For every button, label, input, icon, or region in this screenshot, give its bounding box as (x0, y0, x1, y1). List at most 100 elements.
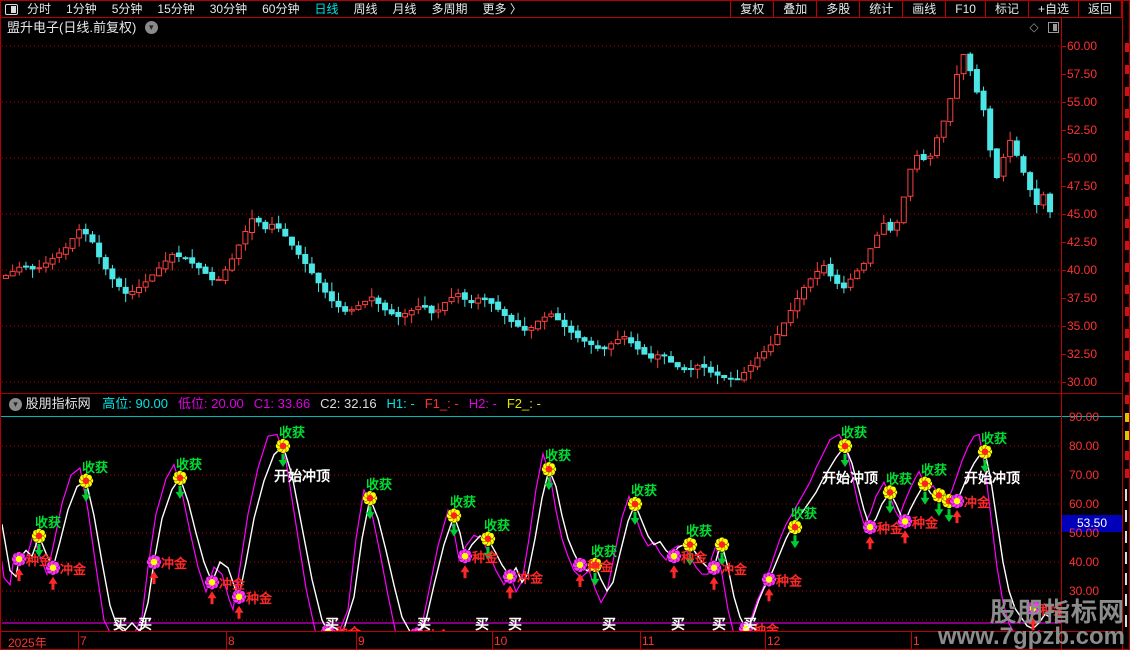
gold-label: 种金 (586, 559, 614, 574)
panel-icon[interactable] (1048, 22, 1059, 34)
main-axis-label: 57.50 (1067, 67, 1098, 81)
month-separator (911, 632, 912, 649)
period-toolbar: 分时 1分钟 5分钟 15分钟 30分钟 60分钟 日线 周线 月线 多周期 更多 〉 复权 叠加 多股… (1, 1, 1129, 18)
up-arrow-icon (234, 605, 244, 619)
up-arrow-icon (460, 565, 470, 579)
flower-marker (706, 560, 722, 576)
flower-marker (862, 519, 878, 535)
flower-marker (11, 551, 27, 567)
axis-tick (1061, 382, 1066, 383)
indicator-field-7: F2_: - (506, 396, 541, 411)
chart-corner-icons: ◇ (1029, 20, 1059, 34)
flower-marker (572, 557, 588, 573)
flower-marker (172, 470, 188, 486)
indicator-field-1: 低位: 20.00 (178, 396, 244, 411)
indicator-panel-chart[interactable]: 收获收获 收获收获收获收获收获收获收获收获收获收获收获收获收获收获种金冲金 冲金冲金… (2, 418, 1061, 631)
tab-period-8[interactable]: 月线 (393, 1, 417, 17)
clipped-glyph-fragment (1125, 469, 1129, 478)
up-arrow-icon (207, 591, 217, 605)
month-label: 8 (228, 634, 235, 648)
indicator-chevron-icon[interactable]: ▾ (9, 398, 22, 412)
period-tabs: 分时 1分钟 5分钟 15分钟 30分钟 60分钟 日线 周线 月线 多周期 更多 〉 (27, 1, 537, 17)
month-label: 7 (80, 634, 87, 648)
axis-tick (1061, 326, 1066, 327)
month-separator (226, 632, 227, 649)
layout-toggle-icon[interactable] (5, 4, 18, 15)
clipped-glyph-fragment (1125, 531, 1127, 543)
tab-period-5[interactable]: 60分钟 (262, 1, 299, 17)
buy-label: 买 (475, 616, 489, 631)
indicator-field-0: 高位: 90.00 (102, 396, 169, 411)
axis-tick (1061, 102, 1066, 103)
tab-period-0[interactable]: 分时 (27, 1, 51, 17)
clipped-glyph-fragment (1125, 65, 1129, 74)
toolbar-button-2[interactable]: 多股 (816, 1, 859, 17)
toolbar-button-6[interactable]: 标记 (984, 1, 1028, 17)
clipped-glyph-fragment (1125, 431, 1129, 440)
axis-tick (1061, 354, 1066, 355)
tab-period-9[interactable]: 多周期 (432, 1, 468, 17)
main-candlestick-chart[interactable] (2, 39, 1061, 393)
flower-marker (1025, 600, 1041, 616)
clipped-glyph-fragment (1125, 395, 1129, 404)
main-axis-label: 52.50 (1067, 123, 1098, 137)
axis-tick (1061, 298, 1066, 299)
toolbar-button-4[interactable]: 画线 (902, 1, 945, 17)
top-run-annotation: 开始冲顶 (822, 470, 878, 486)
clipped-glyph-fragment (1125, 153, 1129, 162)
chevron-down-icon[interactable]: ▾ (144, 21, 158, 35)
date-axis[interactable]: 2025年 7 8 9 10 11 12 1 (1, 631, 1123, 649)
buy-label: 买 (671, 616, 685, 631)
main-axis-label: 32.50 (1067, 347, 1098, 361)
gold-label: 种金 (775, 573, 803, 588)
month-separator (640, 632, 641, 649)
axis-tick (1061, 186, 1066, 187)
tab-period-4[interactable]: 30分钟 (210, 1, 247, 17)
tab-period-10[interactable]: 更多 〉 (483, 1, 522, 17)
tab-period-2[interactable]: 5分钟 (112, 1, 143, 17)
tab-period-1[interactable]: 1分钟 (66, 1, 97, 17)
harvest-label: 收获 (484, 518, 510, 533)
flower-marker (977, 444, 993, 460)
flower-marker (45, 560, 61, 576)
harvest-label: 收获 (176, 457, 202, 472)
harvest-label: 收获 (366, 477, 392, 492)
up-arrow-icon (669, 565, 679, 579)
diamond-icon[interactable]: ◇ (1029, 20, 1038, 34)
gold-label: 冲金 (161, 556, 188, 571)
buy-label: 买 (743, 616, 757, 631)
flower-marker (231, 589, 247, 605)
toolbar-button-5[interactable]: F10 (945, 1, 985, 17)
indicator-field-2: C1: 33.66 (253, 396, 311, 411)
gold-label: 冲金 (517, 571, 544, 586)
indicator-source-name: 股朋指标网 (25, 396, 91, 411)
main-axis-label: 60.00 (1067, 39, 1098, 53)
harvest-label: 收获 (545, 448, 571, 463)
tab-period-6[interactable]: 日线 (314, 1, 338, 17)
tab-period-7[interactable]: 周线 (353, 1, 377, 17)
toolbar-button-1[interactable]: 叠加 (773, 1, 816, 17)
flower-marker (275, 438, 291, 454)
up-arrow-icon (952, 510, 962, 524)
toolbar-button-3[interactable]: 统计 (859, 1, 902, 17)
flower-marker (457, 548, 473, 564)
action-buttons: 复权 叠加 多股 统计 画线 F10 标记 +自选 返回 (730, 1, 1122, 17)
harvest-label: 收获 (886, 471, 912, 486)
harvest-label: 收获 (921, 463, 947, 478)
tab-period-3[interactable]: 15分钟 (157, 1, 194, 17)
toolbar-button-7[interactable]: +自选 (1027, 1, 1078, 17)
indicator-axis-label: 60.00 (1069, 497, 1100, 511)
buy-label: 买 (508, 616, 522, 631)
stock-title: 盟升电子(日线.前复权) (7, 20, 137, 35)
buy-label: 买 (113, 616, 127, 631)
clipped-glyph-fragment (1125, 373, 1129, 382)
panel-divider (1, 393, 1129, 394)
toolbar-button-8[interactable]: 返回 (1077, 1, 1121, 17)
gold-label: 种金 (471, 550, 499, 565)
clipped-glyph-fragment (1125, 307, 1129, 316)
top-run-annotation: 开始冲顶 (964, 470, 1020, 486)
indicator-axis-label: 50.00 (1069, 526, 1100, 540)
up-arrow-icon (1028, 617, 1038, 631)
toolbar-button-0[interactable]: 复权 (730, 1, 773, 17)
gold-label: 冲金 (219, 576, 246, 591)
